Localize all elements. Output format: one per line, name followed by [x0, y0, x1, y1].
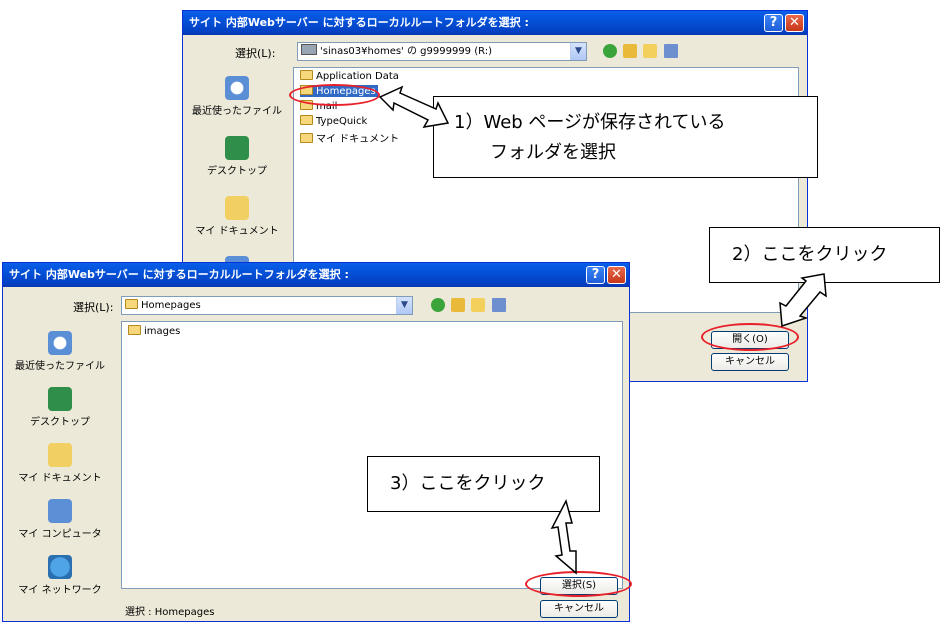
- arrow-to-homepages: [378, 85, 450, 128]
- callout-arrows: [378, 85, 827, 575]
- arrow-to-open-button: [779, 273, 827, 328]
- arrow-to-select-button: [550, 498, 577, 575]
